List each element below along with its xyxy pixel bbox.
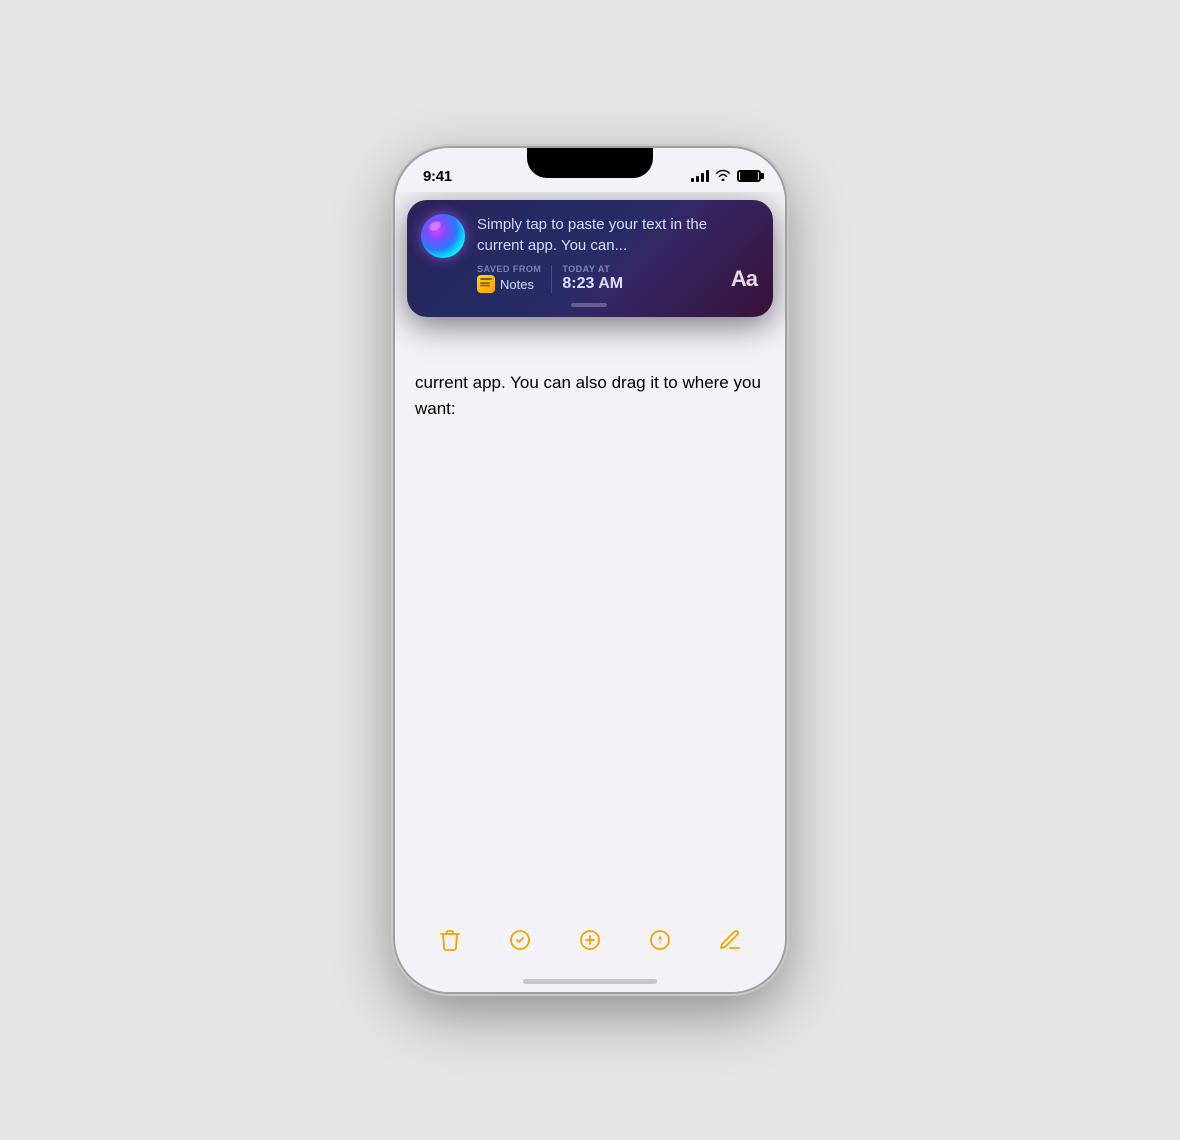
checkmark-circle-icon — [508, 928, 532, 952]
plus-circle-icon — [578, 928, 602, 952]
compose-button[interactable] — [708, 918, 752, 962]
siri-saved-from-label: SAVED FROM — [477, 264, 541, 274]
siri-main-text: Simply tap to paste your text in the cur… — [477, 214, 757, 256]
location-button[interactable] — [638, 918, 682, 962]
content-area: Simply tap to paste your text in the cur… — [395, 192, 785, 992]
notes-body-text: current app. You can also drag it to whe… — [415, 370, 765, 421]
siri-popup[interactable]: Simply tap to paste your text in the cur… — [407, 200, 773, 317]
status-time: 9:41 — [423, 168, 452, 185]
siri-today-at-label: TODAY AT — [562, 264, 623, 274]
siri-orb-icon — [421, 214, 465, 258]
siri-drag-handle — [571, 303, 607, 307]
notch — [527, 148, 653, 178]
home-indicator — [523, 979, 657, 984]
wifi-icon — [715, 169, 731, 184]
notes-body: current app. You can also drag it to whe… — [395, 362, 785, 437]
siri-aa-button[interactable]: Aa — [721, 266, 757, 292]
phone-frame: 9:41 — [395, 148, 785, 992]
battery-icon — [737, 170, 761, 182]
status-icons — [691, 169, 761, 184]
navigation-icon — [648, 928, 672, 952]
siri-message-area: Simply tap to paste your text in the cur… — [477, 214, 757, 293]
siri-divider — [551, 265, 552, 293]
siri-app-name: Notes — [500, 277, 534, 292]
add-button[interactable] — [568, 918, 612, 962]
trash-icon — [438, 928, 462, 952]
bottom-toolbar — [395, 918, 785, 962]
siri-meta-row: SAVED FROM Notes TODAY AT 8:23 AM Aa — [477, 264, 757, 293]
compose-icon — [718, 928, 742, 952]
siri-today-at-section: TODAY AT 8:23 AM — [562, 264, 623, 293]
siri-app-row: Notes — [477, 275, 541, 293]
signal-icon — [691, 170, 709, 182]
siri-time-value: 8:23 AM — [562, 275, 623, 293]
checkmark-button[interactable] — [498, 918, 542, 962]
siri-saved-from-section: SAVED FROM Notes — [477, 264, 541, 293]
siri-popup-header: Simply tap to paste your text in the cur… — [421, 214, 757, 293]
notes-app-icon — [477, 275, 495, 293]
delete-button[interactable] — [428, 918, 472, 962]
